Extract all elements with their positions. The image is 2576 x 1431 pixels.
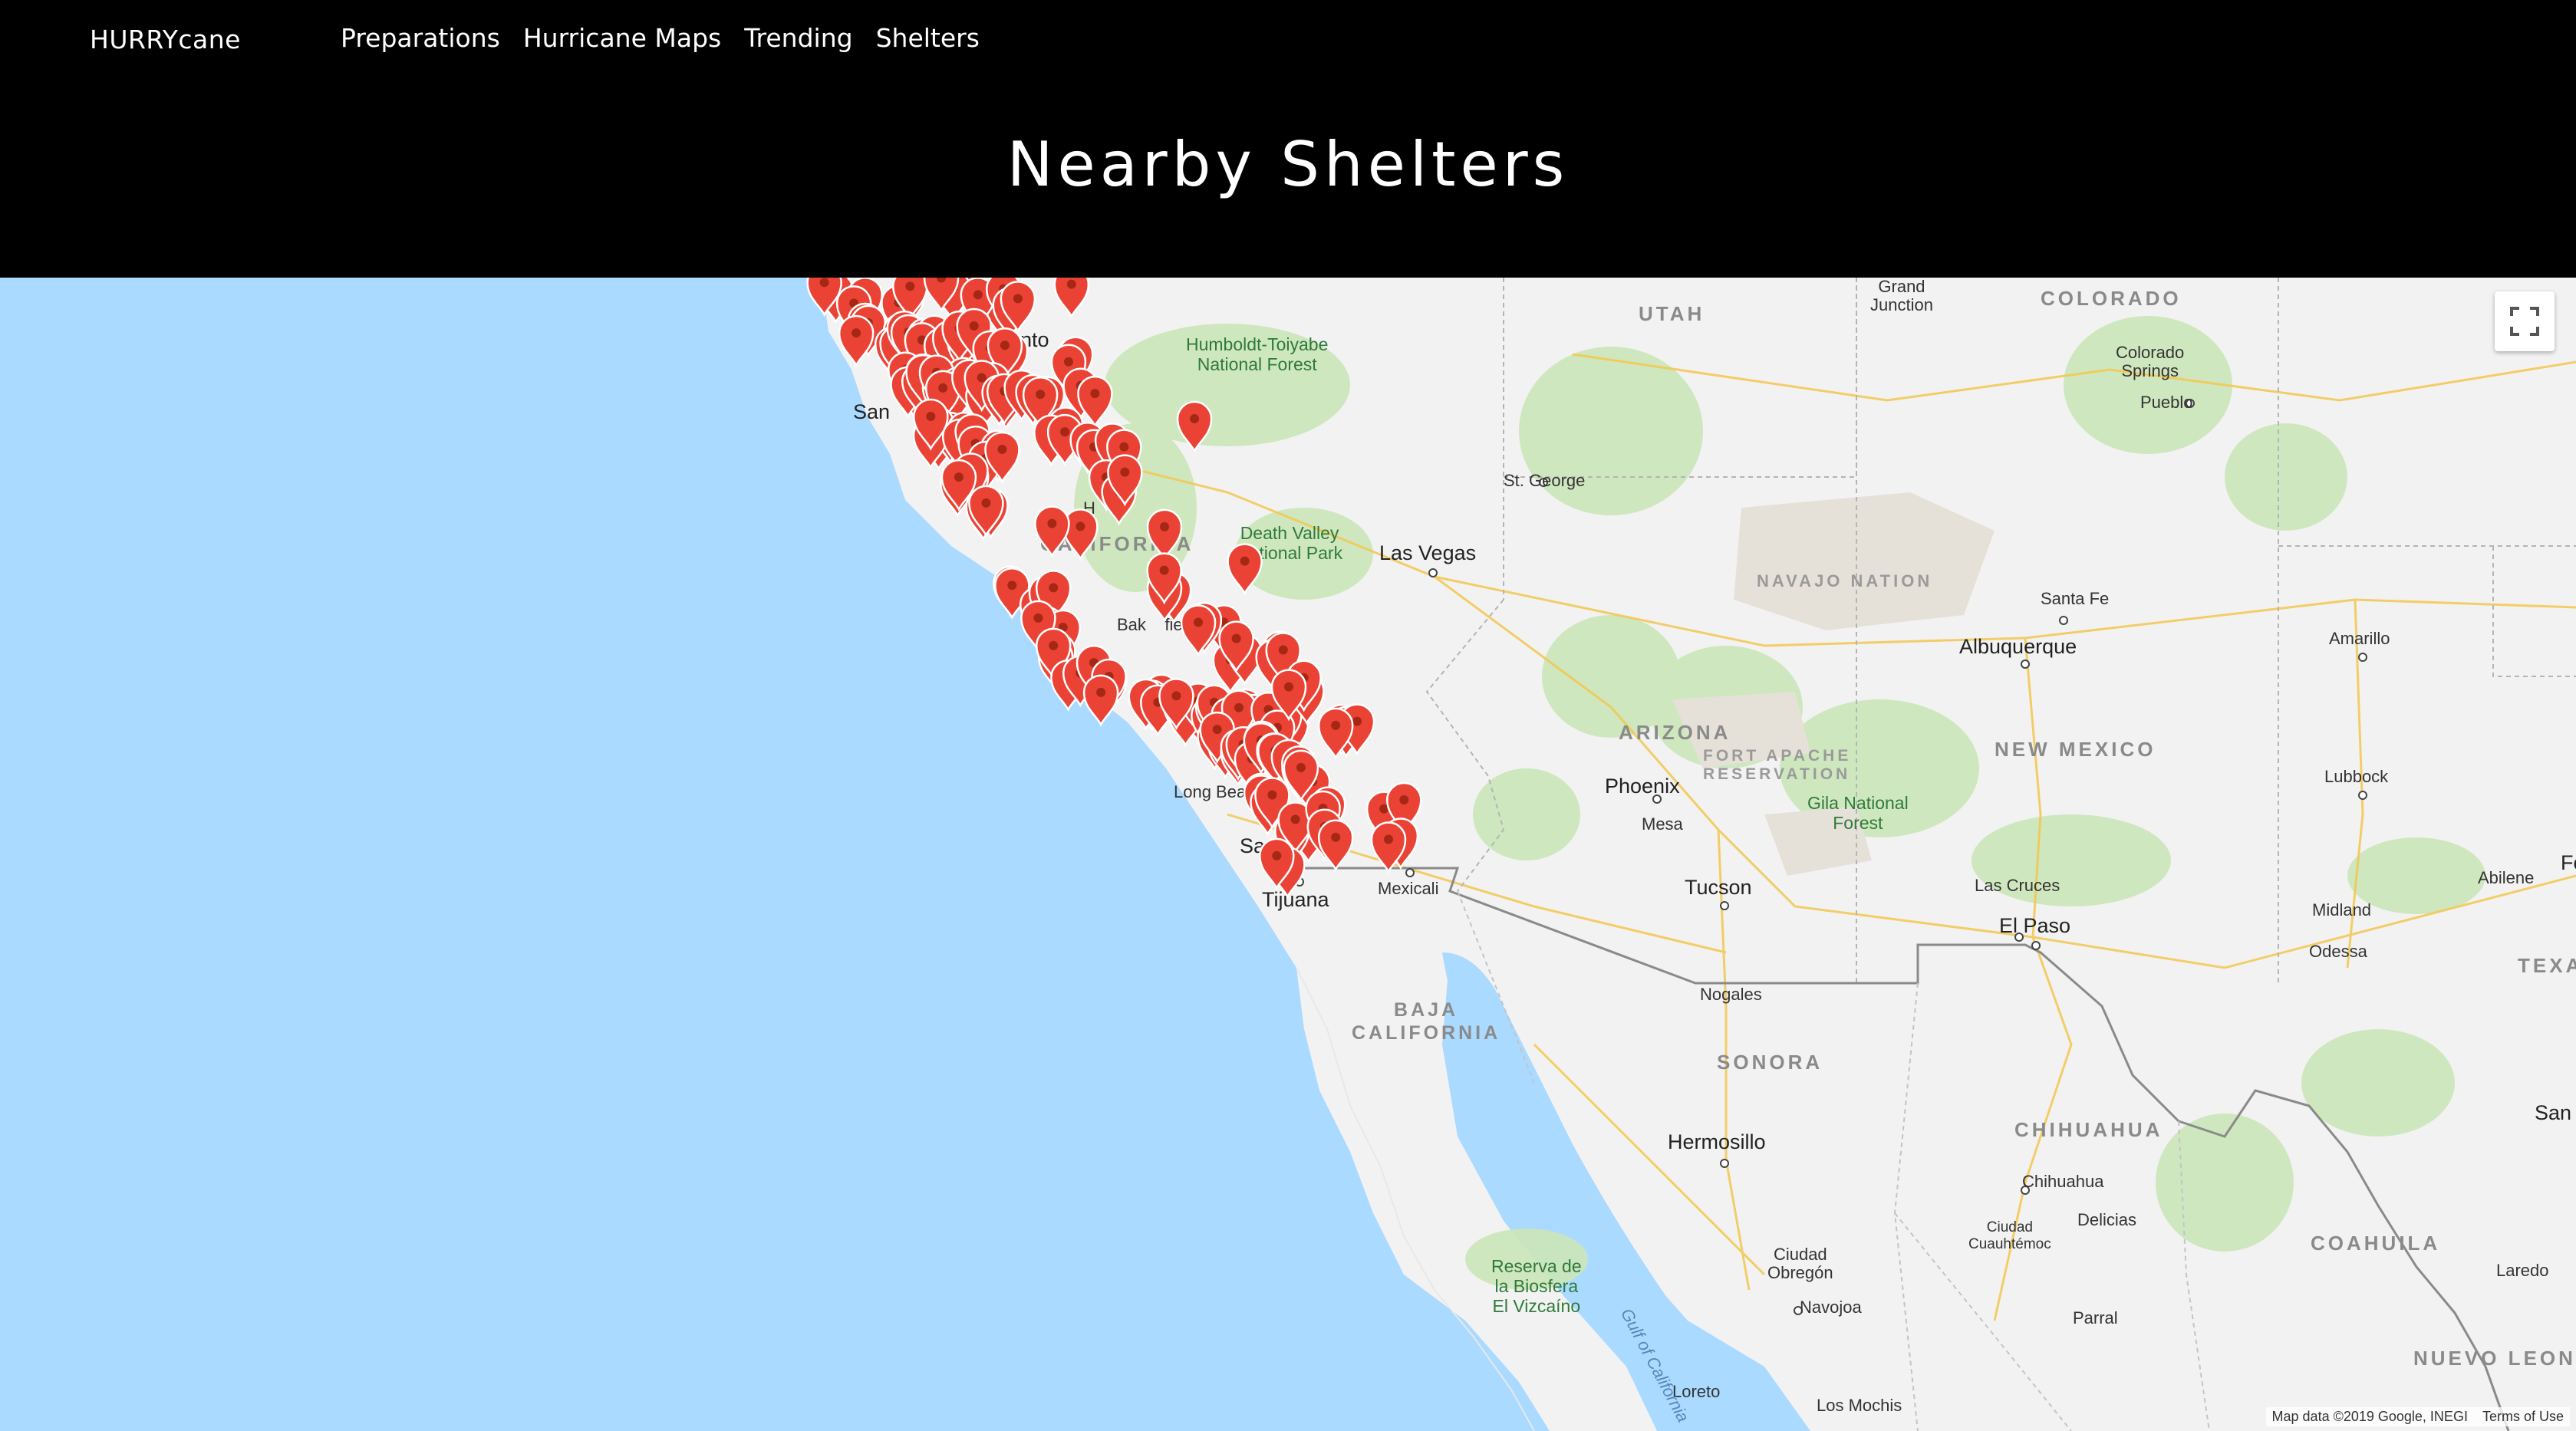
fullscreen-icon — [2510, 307, 2539, 336]
nav-link-preparations[interactable]: Preparations — [341, 23, 500, 53]
nav-link-hurricane-maps[interactable]: Hurricane Maps — [523, 23, 721, 53]
attribution-text: Map data ©2019 Google, INEGI — [2271, 1409, 2468, 1424]
shelter-marker[interactable] — [1176, 400, 1213, 453]
map-attribution: Map data ©2019 Google, INEGI Terms of Us… — [2265, 1407, 2570, 1426]
brand-logo-link[interactable]: HURRYcane — [90, 25, 241, 54]
fullscreen-button[interactable] — [2495, 291, 2555, 351]
nav-link-trending[interactable]: Trending — [744, 23, 852, 53]
main-nav: Preparations Hurricane Maps Trending She… — [341, 23, 980, 53]
shelter-marker[interactable] — [1077, 375, 1113, 428]
shelter-marker[interactable] — [1180, 604, 1217, 657]
top-navbar: HURRYcane Preparations Hurricane Maps Tr… — [0, 0, 2576, 278]
shelter-marker[interactable] — [1317, 819, 1354, 872]
shelter-marker[interactable] — [838, 314, 875, 367]
shelter-marker[interactable] — [1227, 543, 1263, 596]
shelter-markers-layer — [806, 278, 1422, 899]
nav-link-shelters[interactable]: Shelters — [876, 23, 980, 53]
terms-of-use-link[interactable]: Terms of Use — [2482, 1409, 2564, 1424]
shelter-map[interactable]: UTAH COLORADO ARIZONA NEW MEXICO NAVAJO … — [0, 278, 2576, 1431]
shelter-marker[interactable] — [1082, 674, 1119, 727]
shelter-marker[interactable] — [1146, 508, 1183, 561]
shelter-marker[interactable] — [1034, 505, 1070, 558]
shelter-marker[interactable] — [1053, 278, 1090, 319]
page-title: Nearby Shelters — [1006, 129, 1570, 200]
